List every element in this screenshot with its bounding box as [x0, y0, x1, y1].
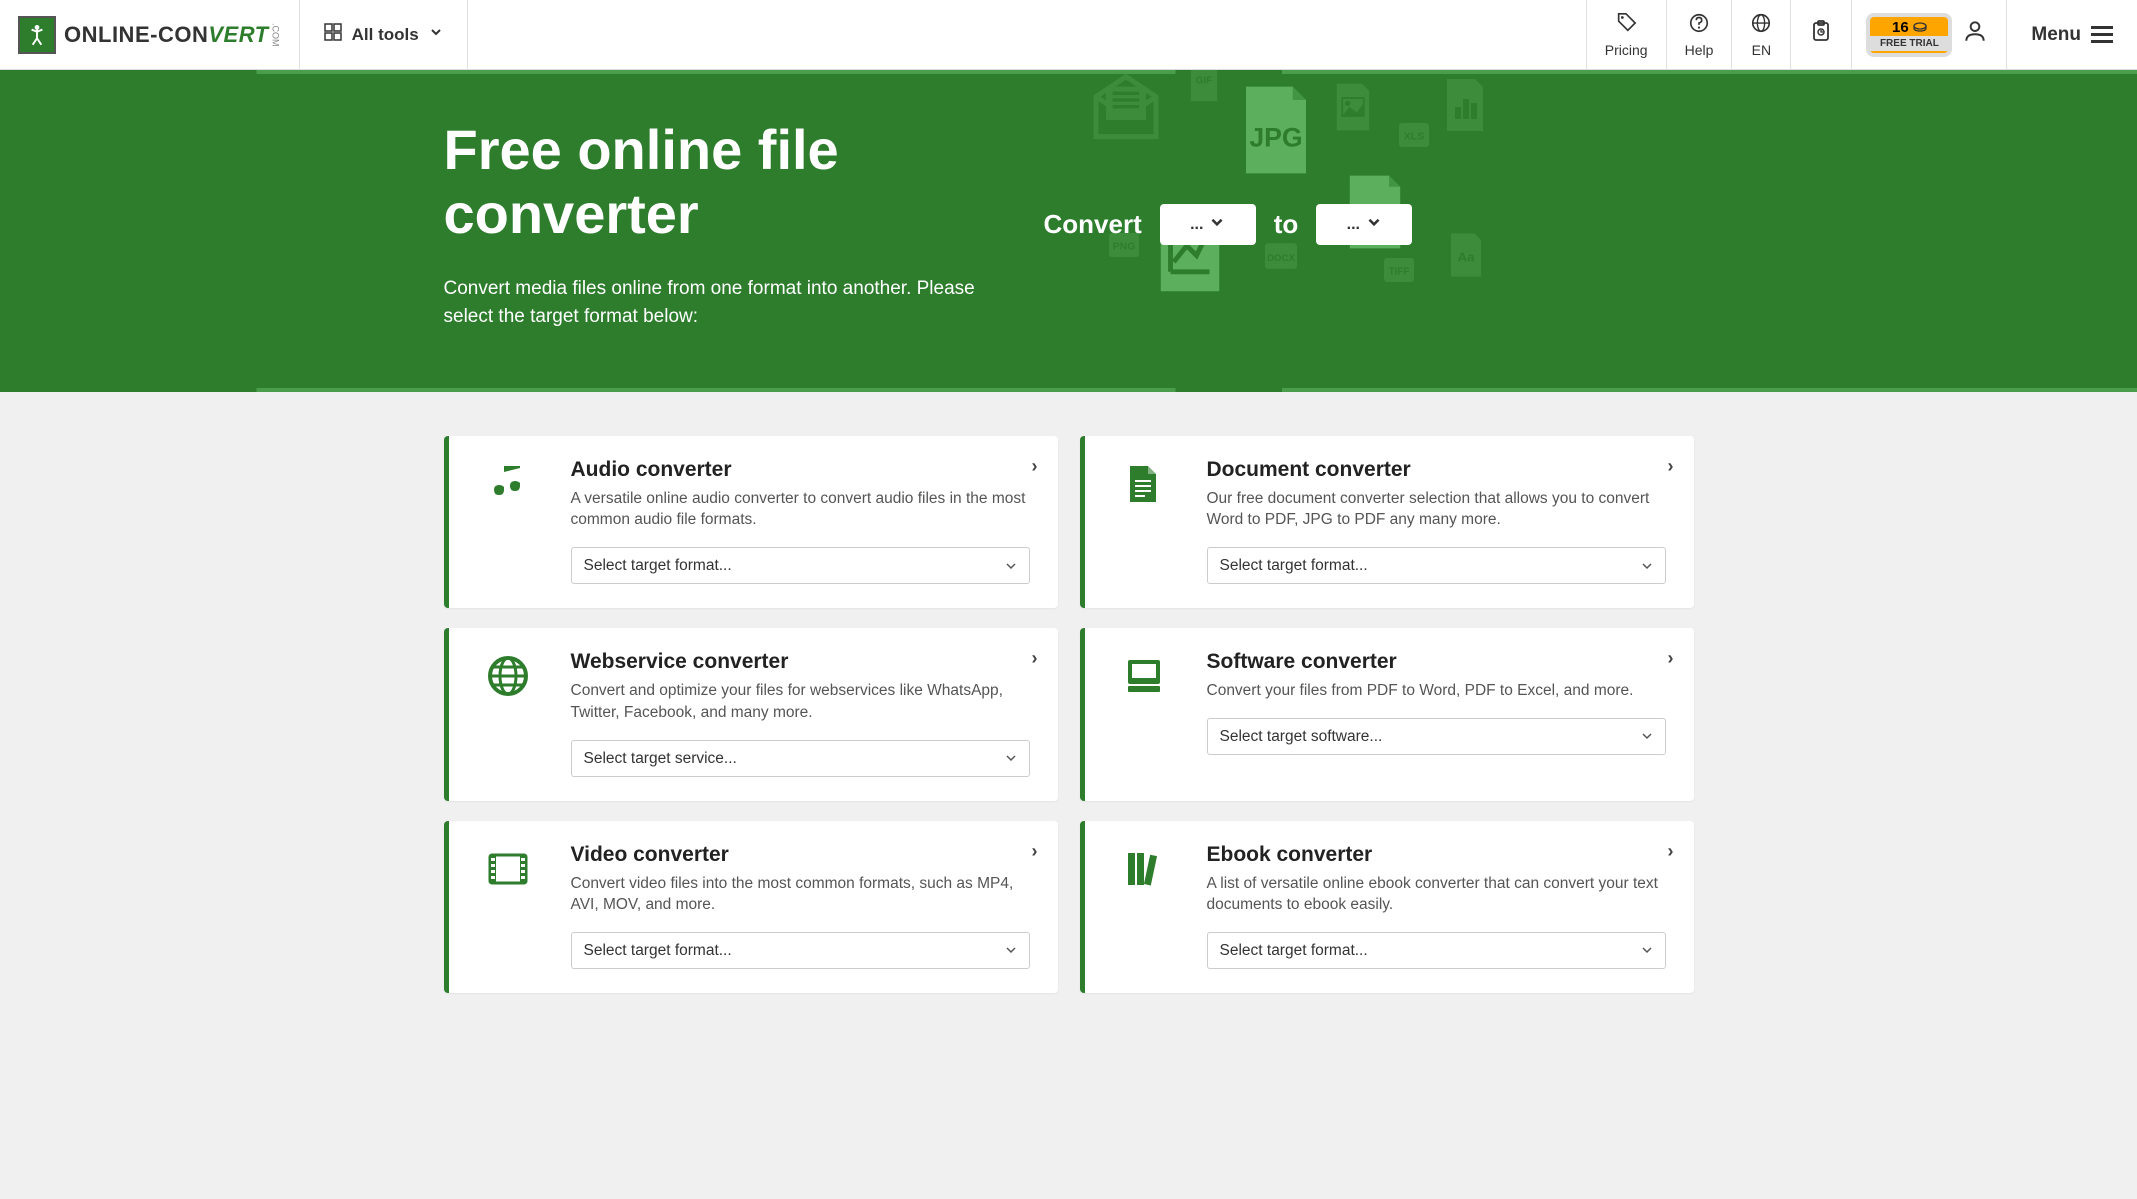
trial-section: 16 FREE TRIAL [1851, 0, 2006, 69]
software-icon [1109, 650, 1179, 776]
converter-card: Document converter Our free document con… [1080, 436, 1694, 608]
user-icon[interactable] [1962, 18, 1988, 51]
target-format-select[interactable]: Select target software... [1207, 718, 1666, 755]
logo-text: ONLINE-CONVERT [64, 22, 269, 48]
hero: GIF JPG XLS PDF PNG DOCX TIFF Aa Free on… [0, 70, 2137, 392]
hero-subtitle: Convert media files online from one form… [444, 275, 984, 332]
converter-cards: Audio converter A versatile online audio… [404, 392, 1734, 1037]
chevron-right-icon[interactable]: › [1668, 841, 1674, 862]
tag-icon [1615, 12, 1637, 40]
help-link[interactable]: Help [1666, 0, 1732, 69]
card-description: Convert your files from PDF to Word, PDF… [1207, 680, 1666, 702]
converter-card: Ebook converter A list of versatile onli… [1080, 821, 1694, 993]
chevron-right-icon[interactable]: › [1668, 648, 1674, 669]
converter-card: Video converter Convert video files into… [444, 821, 1058, 993]
all-tools-label: All tools [352, 25, 419, 45]
trial-badge[interactable]: 16 FREE TRIAL [1870, 17, 1948, 53]
clipboard-link[interactable] [1790, 0, 1851, 69]
card-description: Convert video files into the most common… [571, 873, 1030, 916]
chevron-right-icon[interactable]: › [1032, 456, 1038, 477]
to-label: to [1274, 209, 1299, 240]
ebook-icon [1109, 843, 1179, 969]
converter-card: Software converter Convert your files fr… [1080, 628, 1694, 800]
card-description: A versatile online audio converter to co… [571, 488, 1030, 531]
convert-from-select[interactable]: ... [1160, 204, 1256, 245]
logo[interactable]: ONLINE-CONVERT .COM [0, 0, 299, 69]
clipboard-icon [1809, 19, 1833, 49]
target-format-select[interactable]: Select target service... [571, 740, 1030, 777]
svg-text:GIF: GIF [1195, 75, 1212, 86]
card-title: Document converter [1207, 458, 1666, 482]
convert-to-select[interactable]: ... [1316, 204, 1412, 245]
grid-icon [324, 23, 342, 46]
convert-label: Convert [1044, 209, 1142, 240]
target-format-select[interactable]: Select target format... [571, 932, 1030, 969]
chevron-right-icon[interactable]: › [1668, 456, 1674, 477]
card-description: A list of versatile online ebook convert… [1207, 873, 1666, 916]
pricing-link[interactable]: Pricing [1586, 0, 1666, 69]
card-description: Convert and optimize your files for webs… [571, 680, 1030, 723]
coin-icon [1913, 19, 1927, 36]
hero-title: Free online file converter [444, 118, 1044, 247]
language-selector[interactable]: EN [1731, 0, 1790, 69]
target-format-select[interactable]: Select target format... [1207, 547, 1666, 584]
chevron-right-icon[interactable]: › [1032, 648, 1038, 669]
web-icon [473, 650, 543, 776]
card-title: Video converter [571, 843, 1030, 867]
card-description: Our free document converter selection th… [1207, 488, 1666, 531]
chevron-down-icon [429, 25, 443, 44]
audio-icon [473, 458, 543, 584]
header: ONLINE-CONVERT .COM All tools Pricing He… [0, 0, 2137, 70]
all-tools-dropdown[interactable]: All tools [299, 0, 468, 69]
help-icon [1688, 12, 1710, 40]
card-title: Audio converter [571, 458, 1030, 482]
converter-card: Audio converter A versatile online audio… [444, 436, 1058, 608]
video-icon [473, 843, 543, 969]
menu-button[interactable]: Menu [2006, 0, 2137, 69]
chevron-right-icon[interactable]: › [1032, 841, 1038, 862]
card-title: Software converter [1207, 650, 1666, 674]
logo-dotcom: .COM [271, 23, 281, 47]
chevron-down-icon [1366, 214, 1382, 235]
target-format-select[interactable]: Select target format... [571, 547, 1030, 584]
globe-icon [1750, 12, 1772, 40]
target-format-select[interactable]: Select target format... [1207, 932, 1666, 969]
converter-card: Webservice converter Convert and optimiz… [444, 628, 1058, 800]
logo-icon [18, 16, 56, 54]
chevron-down-icon [1209, 214, 1225, 235]
card-title: Ebook converter [1207, 843, 1666, 867]
hamburger-icon [2091, 26, 2113, 43]
document-icon [1109, 458, 1179, 584]
card-title: Webservice converter [571, 650, 1030, 674]
